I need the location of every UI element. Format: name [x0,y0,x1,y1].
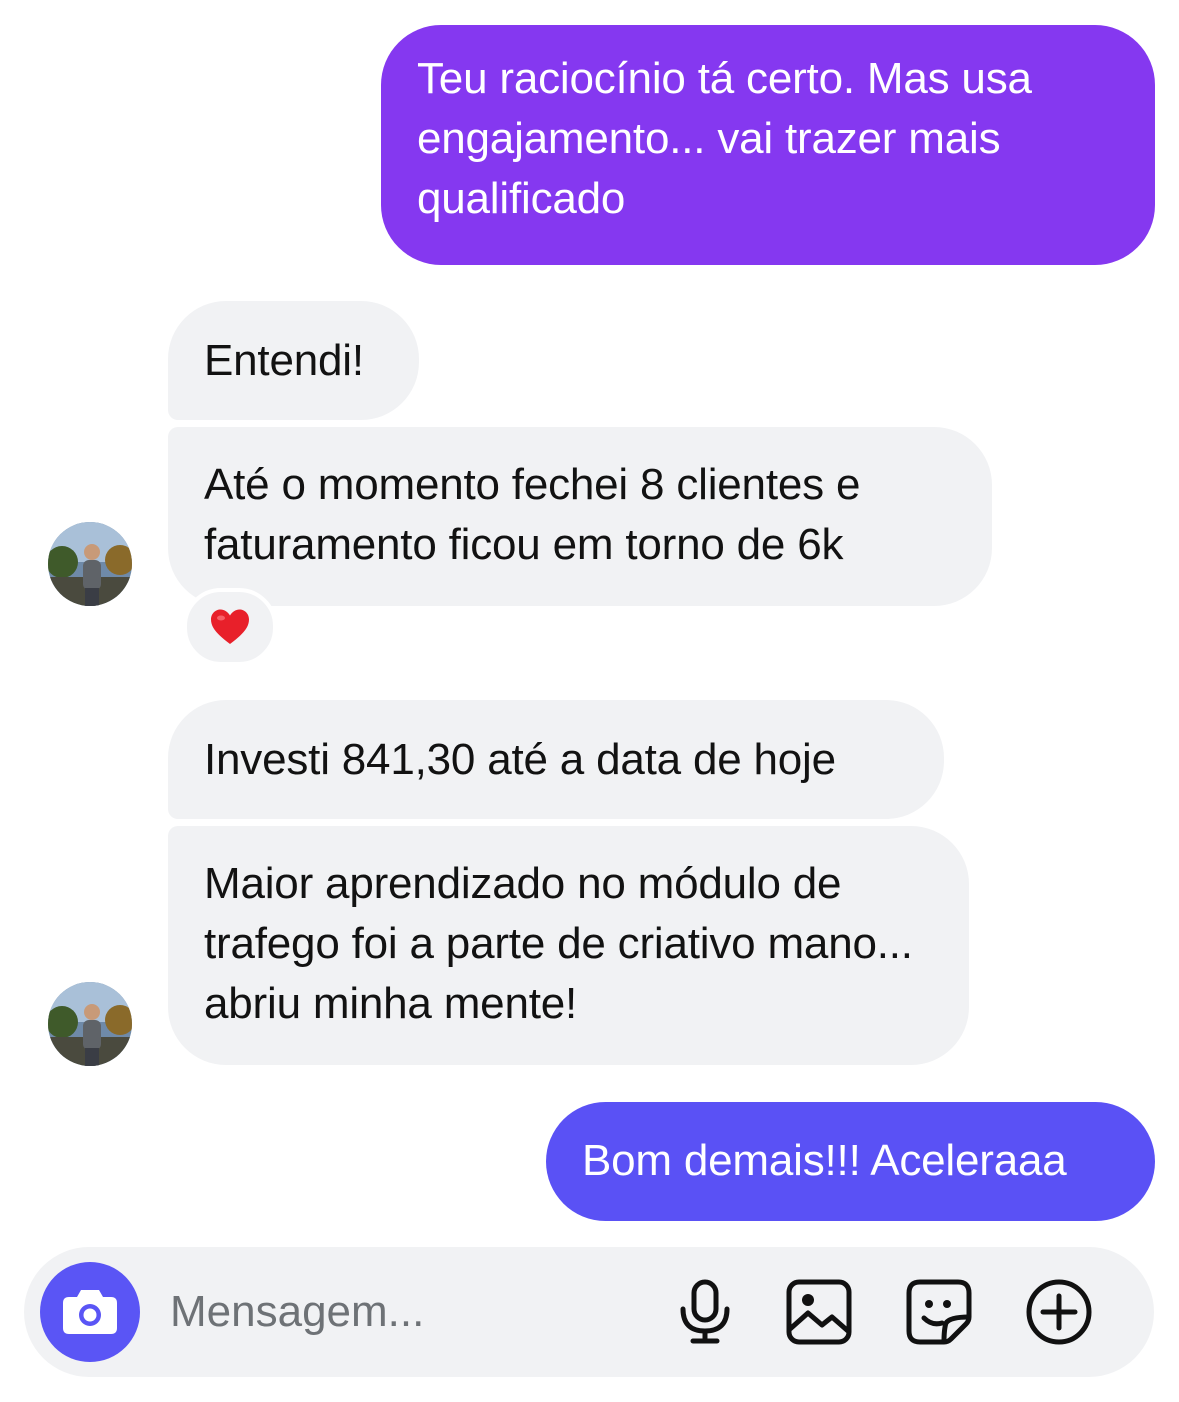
message-text: Entendi! [204,336,364,385]
reaction-badge[interactable] [183,588,277,666]
image-icon [786,1279,852,1345]
incoming-message[interactable]: Entendi! [168,301,419,420]
message-text: Maior aprendizado no módulo de trafego f… [204,859,913,1028]
more-button[interactable] [1024,1277,1094,1347]
plus-icon [1026,1279,1092,1345]
incoming-message[interactable]: Até o momento fechei 8 clientes e fatura… [168,427,992,606]
sticker-icon [906,1279,972,1345]
microphone-button[interactable] [670,1277,740,1347]
camera-icon [63,1290,117,1334]
message-input[interactable]: Mensagem... [170,1282,424,1342]
message-text: Investi 841,30 até a data de hoje [204,735,836,784]
incoming-message[interactable]: Maior aprendizado no módulo de trafego f… [168,826,969,1065]
message-text: Bom demais!!! Aceleraaa [582,1136,1067,1185]
outgoing-message[interactable]: Bom demais!!! Aceleraaa [546,1102,1155,1221]
incoming-message[interactable]: Investi 841,30 até a data de hoje [168,700,944,819]
message-text: Até o momento fechei 8 clientes e fatura… [204,460,861,569]
message-composer: Mensagem... [24,1247,1154,1377]
sticker-button[interactable] [904,1277,974,1347]
microphone-icon [680,1279,730,1344]
gallery-button[interactable] [784,1277,854,1347]
camera-button[interactable] [40,1262,140,1362]
message-text: Teu raciocínio tá certo. Mas usa engajam… [417,54,1032,223]
contact-avatar[interactable] [48,522,132,606]
outgoing-message[interactable]: Teu raciocínio tá certo. Mas usa engajam… [381,25,1155,265]
contact-avatar[interactable] [48,982,132,1066]
heart-icon [211,609,249,644]
